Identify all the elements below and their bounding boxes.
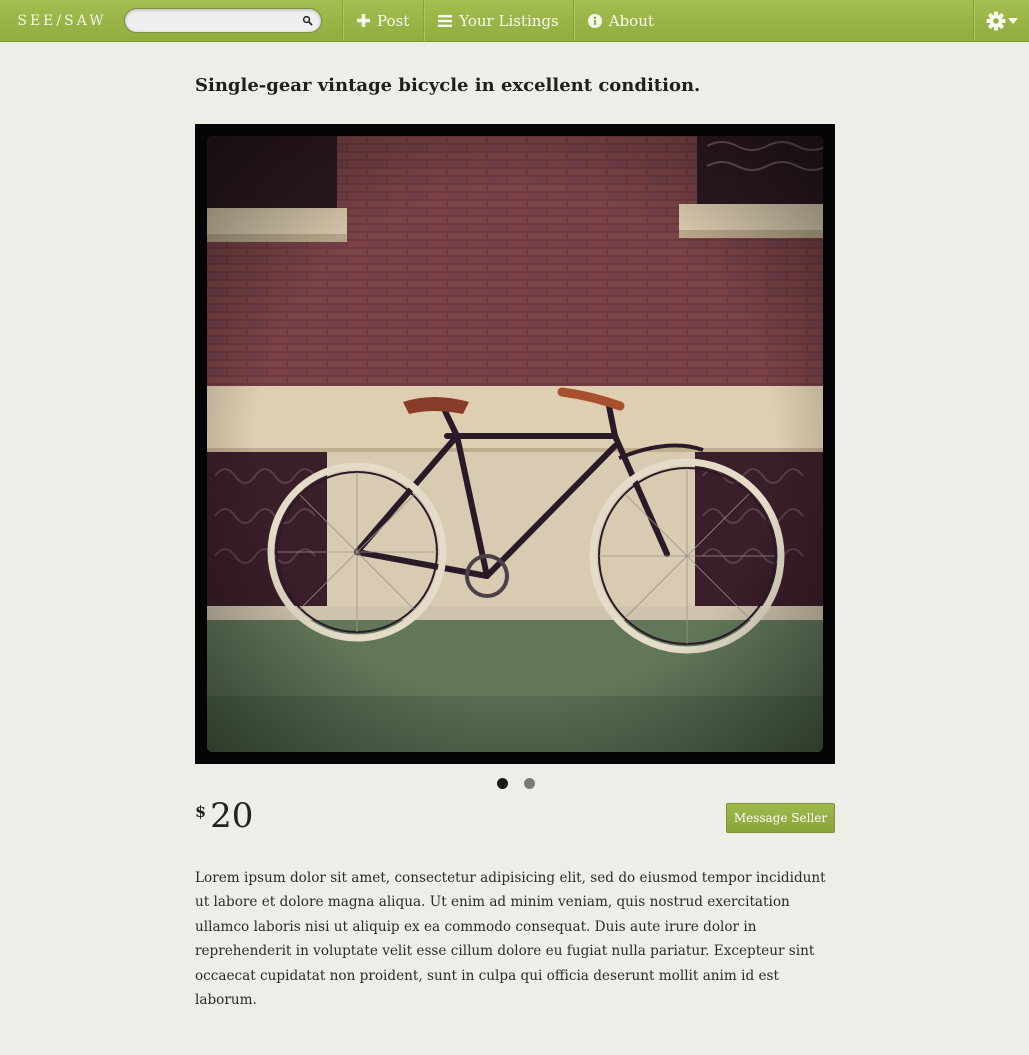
nav-your-listings[interactable]: Your Listings [423,0,572,41]
price-amount: 20 [210,796,254,836]
search-input[interactable] [125,9,321,32]
plus-icon [357,14,370,27]
nav-your-listings-label: Your Listings [459,11,559,30]
gear-icon [986,11,1005,30]
search-icon[interactable] [302,15,313,26]
list-icon [438,14,453,27]
bicycle-photo [207,136,823,752]
listing-title: Single-gear vintage bicycle in excellent… [195,75,701,96]
caret-down-icon [1007,17,1018,24]
carousel-dot-2[interactable] [524,778,535,789]
message-seller-button[interactable]: Message Seller [726,803,835,833]
search-box [124,8,322,33]
listing-photo[interactable] [195,124,835,764]
price-currency: $ [195,802,207,821]
brand-logo[interactable]: SEE/SAW [0,0,122,41]
search-container [122,0,342,41]
carousel-indicators [497,778,535,789]
price: $ 20 [195,796,253,836]
top-navbar: SEE/SAW Post Your Listings About [0,0,1029,42]
nav-about[interactable]: About [572,0,668,41]
settings-menu[interactable] [973,0,1029,41]
nav-post-label: Post [377,11,410,30]
nav-post[interactable]: Post [342,0,423,41]
listing-description: Lorem ipsum dolor sit amet, consectetur … [195,870,826,1009]
info-icon [587,13,602,28]
nav-about-label: About [608,11,654,30]
carousel-dot-1[interactable] [497,778,508,789]
